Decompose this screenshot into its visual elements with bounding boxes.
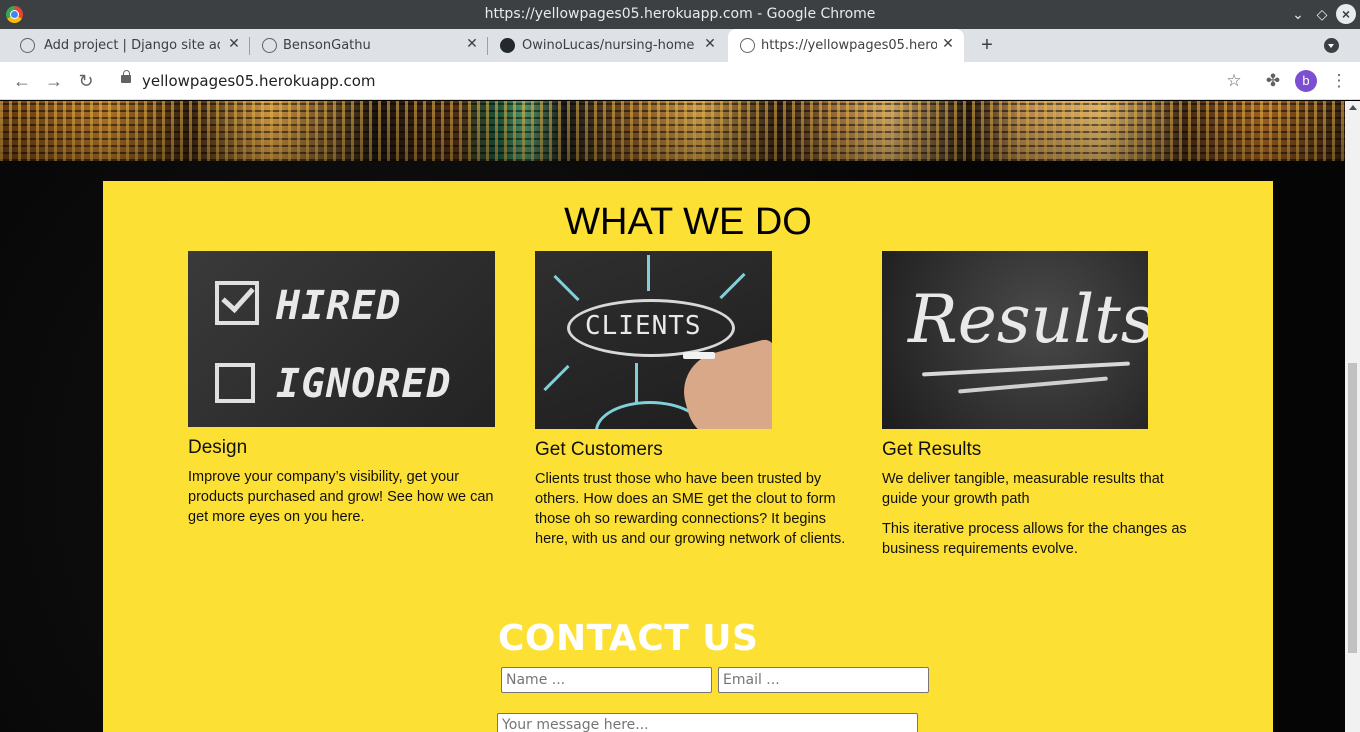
hero-city-image (0, 101, 1345, 161)
browser-toolbar: ← → ↻ yellowpages05.herokuapp.com ☆ ✤ b … (0, 62, 1360, 100)
close-tab-icon[interactable]: ✕ (940, 36, 956, 54)
close-tab-icon[interactable]: ✕ (464, 36, 480, 54)
globe-icon (20, 38, 35, 53)
close-tab-icon[interactable]: ✕ (702, 36, 718, 54)
chalk-word-hired: HIRED (276, 283, 402, 329)
page-viewport: WHAT WE DO HIRED IGNORED Design Improve … (0, 101, 1345, 732)
tab-strip: Add project | Django site adm ✕ BensonGa… (0, 29, 1360, 62)
chalk-word-results: Results (908, 281, 1148, 358)
arrow-diagonal-icon (553, 274, 580, 302)
name-input[interactable] (501, 667, 712, 693)
arrow-up-icon (647, 255, 650, 291)
tab-label: BensonGathu (283, 38, 371, 53)
chalk-word-clients: CLIENTS (585, 311, 702, 341)
close-window-icon[interactable]: × (1336, 4, 1356, 24)
extensions-icon[interactable]: ✤ (1262, 70, 1284, 92)
arrow-diagonal-icon (543, 364, 570, 392)
menu-dots-icon[interactable]: ⋮ (1328, 70, 1350, 92)
profile-avatar[interactable]: b (1295, 70, 1317, 92)
close-tab-icon[interactable]: ✕ (226, 36, 242, 54)
card-text-design: Improve your company’s visibility, get y… (188, 469, 494, 525)
underline-icon (922, 361, 1130, 377)
lock-icon[interactable] (121, 70, 131, 83)
card-heading-get-customers: Get Customers (535, 439, 663, 460)
arrow-diagonal-icon (719, 272, 746, 300)
contact-title: CONTACT US (498, 618, 759, 659)
card-heading-design: Design (188, 437, 248, 458)
globe-icon (262, 38, 277, 53)
results-chalk-image: Results (882, 251, 1148, 429)
window-titlebar: https://yellowpages05.herokuapp.com - Go… (0, 0, 1360, 29)
card-text-get-results: We deliver tangible, measurable results … (882, 471, 1164, 507)
back-icon[interactable]: ← (11, 70, 33, 92)
empty-box-icon (215, 363, 255, 403)
clients-diagram-image: CLIENTS (535, 251, 772, 429)
forward-icon[interactable]: → (43, 70, 65, 92)
arrow-down-icon (635, 363, 638, 403)
globe-icon (740, 38, 755, 53)
window-title: https://yellowpages05.herokuapp.com - Go… (484, 6, 876, 22)
card-text-get-results-2: This iterative process allows for the ch… (882, 521, 1187, 557)
card-text-get-customers: Clients trust those who have been truste… (535, 471, 846, 547)
card-heading-get-results: Get Results (882, 439, 982, 460)
bookmark-star-icon[interactable]: ☆ (1223, 70, 1245, 92)
hired-ignored-image: HIRED IGNORED (188, 251, 495, 427)
tab-label: OwinoLucas/nursing-home (522, 38, 695, 53)
page-scrollbar[interactable] (1345, 101, 1360, 732)
what-we-do-section: WHAT WE DO HIRED IGNORED Design Improve … (103, 181, 1273, 732)
email-input[interactable] (718, 667, 929, 693)
tab-django-admin[interactable]: Add project | Django site adm ✕ (8, 29, 250, 62)
message-textarea[interactable] (497, 713, 918, 732)
address-bar[interactable]: yellowpages05.herokuapp.com (142, 72, 376, 90)
tab-bensongathu[interactable]: BensonGathu ✕ (250, 29, 488, 62)
chalk-word-ignored: IGNORED (276, 361, 452, 407)
tab-label: Add project | Django site adm (44, 38, 220, 53)
maximize-icon[interactable]: ◇ (1312, 4, 1332, 24)
scroll-up-icon[interactable] (1349, 105, 1357, 110)
tab-search-icon[interactable] (1324, 38, 1339, 53)
scrollbar-thumb[interactable] (1348, 363, 1357, 653)
underline-icon (958, 376, 1108, 394)
chalk-stick-icon (683, 352, 715, 359)
new-tab-icon[interactable]: + (976, 33, 998, 57)
minimize-icon[interactable]: ⌄ (1288, 4, 1308, 24)
tab-label: https://yellowpages05.herokuapp.com (761, 38, 937, 53)
tab-github[interactable]: OwinoLucas/nursing-home ✕ (488, 29, 726, 62)
tab-yellowpages[interactable]: https://yellowpages05.herokuapp.com ✕ (728, 29, 964, 62)
github-icon (500, 38, 515, 53)
reload-icon[interactable]: ↻ (75, 70, 97, 92)
section-title: WHAT WE DO (564, 201, 812, 243)
